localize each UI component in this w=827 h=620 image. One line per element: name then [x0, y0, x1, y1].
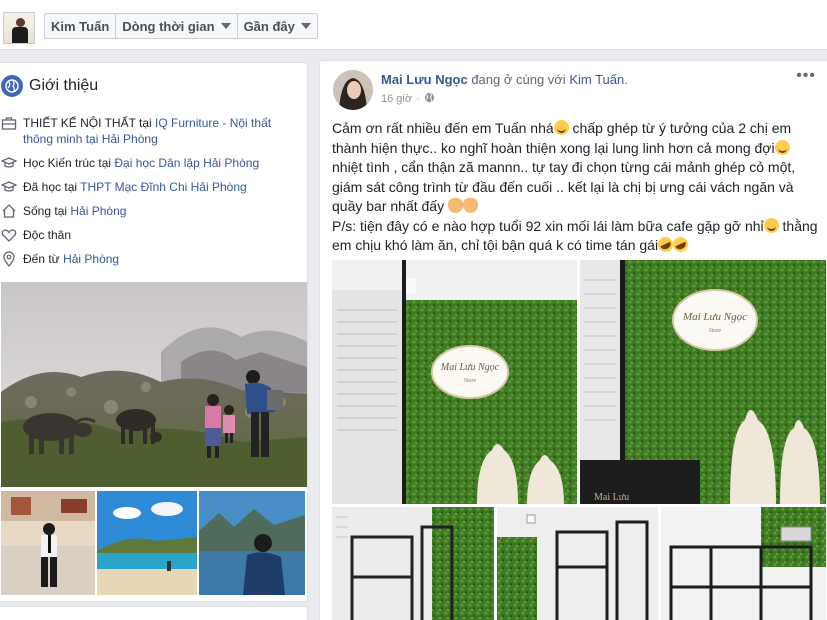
chevron-down-icon	[300, 23, 311, 29]
with-text: đang ở cùng với	[467, 72, 570, 87]
globe-privacy-icon[interactable]	[424, 92, 435, 106]
graduation-cap-icon	[0, 179, 19, 195]
rofl-emoji-icon	[670, 234, 691, 255]
bar-sign-text: Mai Lưu	[594, 492, 629, 503]
post-author-name[interactable]: Mai Lưu Ngọc	[381, 72, 468, 87]
post-meta: 16 giờ ·	[381, 92, 435, 106]
intro-item-lives: Sống tại Hải Phòng	[1, 203, 291, 219]
heart-icon	[1, 227, 19, 243]
next-card	[0, 606, 308, 620]
intro-item-highschool: Đã học tại THPT Mạc Đĩnh Chi Hải Phòng	[0, 179, 291, 195]
profile-tabs: Kim Tuấn Dòng thời gian Gần đây	[44, 13, 318, 39]
photo-thumb-3[interactable]	[199, 491, 305, 595]
globe-icon	[1, 75, 23, 97]
post-paragraph-2: P/s: tiện đây có e nào hợp tuổi 92 xin m…	[332, 217, 822, 256]
tab-profile-name[interactable]: Kim Tuấn	[45, 14, 117, 38]
tab-timeline[interactable]: Dòng thời gian	[116, 14, 238, 38]
home-icon	[1, 203, 19, 219]
ok-hand-emoji-icon	[462, 198, 478, 213]
post-author-line: Mai Lưu Ngọc đang ở cùng với Kim Tuấn.	[381, 72, 628, 87]
intro-item-university: Học Kiến trúc tại Đại học Dân lập Hải Ph…	[0, 155, 291, 171]
post-timestamp[interactable]: 16 giờ	[381, 93, 412, 105]
store-sign-subtext: Store	[464, 378, 477, 384]
intro-card: Giới thiệu THIẾT KẾ NỘI THẤT tại IQ Furn…	[0, 62, 308, 602]
featured-photo[interactable]	[1, 282, 307, 487]
tab-recent[interactable]: Gần đây	[238, 14, 317, 38]
photo-thumb-2[interactable]	[97, 491, 197, 595]
post-text-segment: Cảm ơn rất nhiều đến em Tuấn nhá	[332, 120, 554, 136]
store-sign-text: Mai Lưu Ngọc	[682, 311, 747, 323]
post-text-segment: nhiệt tình , cẩn thận zã mannn.. tự tay …	[332, 159, 796, 214]
smile-emoji-icon	[763, 217, 779, 233]
meta-separator: ·	[416, 93, 420, 105]
intro-header: Giới thiệu	[1, 75, 98, 97]
intro-list: THIẾT KẾ NỘI THẤT tại IQ Furniture - Nội…	[0, 115, 291, 275]
post-card: Mai Lưu Ngọc đang ở cùng với Kim Tuấn. 1…	[319, 60, 827, 620]
post-options-button[interactable]: •••	[796, 67, 816, 85]
post-author-avatar[interactable]	[333, 70, 373, 110]
graduation-cap-icon	[0, 155, 19, 171]
tab-label: Kim Tuấn	[51, 18, 110, 34]
tab-label: Gần đây	[243, 18, 295, 34]
store-sign-subtext: Store	[709, 328, 722, 334]
intro-item-text: Đã học tại	[23, 180, 81, 194]
intro-item-link[interactable]: Đại học Dân lập Hải Phòng	[114, 156, 259, 170]
post-photo-2[interactable]: Mai Lưu Ngọc Store Mai Lưu	[580, 260, 826, 504]
store-sign-text: Mai Lưu Ngọc	[440, 362, 500, 373]
tab-label: Dòng thời gian	[122, 18, 215, 34]
post-photo-1[interactable]: Mai Lưu Ngọc Store	[332, 260, 577, 504]
tagged-user-link[interactable]: Kim Tuấn	[569, 72, 624, 87]
ok-hand-emoji-icon	[447, 198, 463, 213]
chevron-down-icon	[220, 23, 231, 29]
intro-item-text: THIẾT KẾ NỘI THẤT tại	[23, 116, 156, 130]
intro-item-link[interactable]: Hải Phòng	[70, 204, 126, 218]
author-line-period: .	[624, 72, 628, 87]
post-photo-5[interactable]	[661, 507, 826, 620]
intro-item-text: Học Kiến trúc tại	[23, 156, 115, 170]
intro-item-work: THIẾT KẾ NỘI THẤT tại IQ Furniture - Nội…	[1, 115, 291, 147]
post-text-segment: P/s: tiện đây có e nào hợp tuổi 92 xin m…	[332, 217, 764, 234]
post-photo-4[interactable]	[497, 507, 658, 620]
intro-item-link[interactable]: Hải Phòng	[63, 252, 119, 266]
smile-emoji-icon	[774, 139, 790, 155]
smile-emoji-icon	[553, 120, 569, 135]
briefcase-icon	[1, 115, 19, 131]
profile-avatar[interactable]	[3, 12, 35, 44]
intro-item-from: Đến từ Hải Phòng	[1, 251, 291, 268]
post-paragraph-1: Cảm ơn rất nhiều đến em Tuấn nhá chấp gh…	[332, 119, 822, 217]
post-body: Cảm ơn rất nhiều đến em Tuấn nhá chấp gh…	[332, 119, 822, 256]
intro-item-text: Sống tại	[23, 204, 71, 218]
photo-thumb-1[interactable]	[1, 491, 95, 595]
post-photo-3[interactable]	[332, 507, 494, 620]
intro-item-text: Đến từ	[23, 252, 64, 266]
intro-item-text: Độc thân	[23, 228, 72, 242]
intro-item-relationship: Độc thân	[1, 227, 291, 243]
profile-top-bar: Kim Tuấn Dòng thời gian Gần đây	[0, 0, 827, 50]
location-pin-icon	[1, 251, 19, 268]
intro-item-link[interactable]: THPT Mạc Đĩnh Chi Hải Phòng	[80, 180, 247, 194]
intro-title: Giới thiệu	[29, 77, 99, 94]
